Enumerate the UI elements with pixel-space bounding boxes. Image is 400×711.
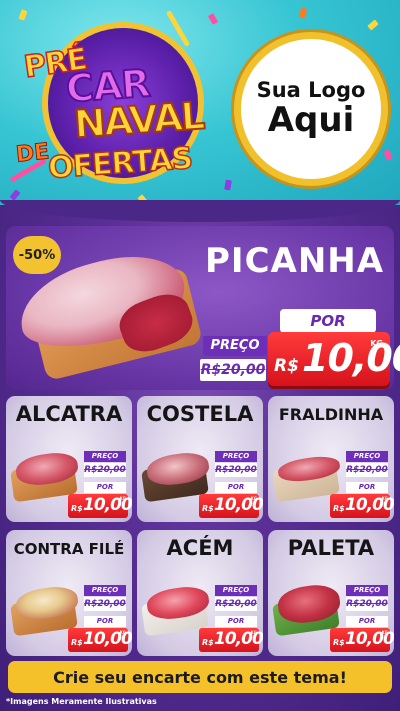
title-de: DE: [14, 139, 51, 168]
por-label: POR: [346, 616, 388, 627]
price-tag: R$ 10,00 KG: [330, 494, 394, 518]
hero-preco-label: PREÇO: [203, 336, 267, 356]
price-unit: KG: [370, 339, 383, 348]
currency-symbol: R$: [274, 356, 299, 376]
carnival-title-logo: PRÉ CAR NAVAL DE OFERTAS: [8, 9, 213, 193]
product-card: PALETA PREÇO R$20,00 POR R$ 10,00 KG: [268, 530, 394, 656]
confetti-piece: [298, 7, 308, 19]
preco-label: PREÇO: [84, 585, 126, 596]
preco-label: PREÇO: [346, 451, 388, 462]
price-unit: KG: [119, 496, 126, 501]
hero-por-label: POR: [280, 309, 376, 333]
price-tag: R$ 10,00 KG: [68, 628, 132, 652]
currency-symbol: R$: [333, 504, 345, 513]
currency-symbol: R$: [202, 504, 214, 513]
old-price: R$20,00: [84, 597, 126, 611]
cta-banner[interactable]: Crie seu encarte com este tema!: [8, 661, 392, 693]
hero-old-price: R$20,00: [200, 359, 266, 381]
currency-symbol: R$: [71, 638, 83, 647]
product-name: CONTRA FILÉ: [13, 540, 125, 558]
price-value: 10,00: [302, 336, 400, 380]
price-unit: KG: [119, 630, 126, 635]
old-price: R$20,00: [215, 463, 257, 477]
product-card: FRALDINHA PREÇO R$20,00 POR R$ 10,00 KG: [268, 396, 394, 522]
price-unit: KG: [250, 630, 257, 635]
product-name: ALCATRA: [15, 402, 123, 426]
currency-symbol: R$: [202, 638, 214, 647]
price-tag: R$ 10,00 KG: [199, 494, 263, 518]
store-logo-placeholder: Sua Logo Aqui: [234, 32, 388, 186]
hero-product-name: PICANHA: [205, 241, 385, 281]
price-tag: R$ 10,00 KG: [68, 494, 132, 518]
confetti-piece: [383, 149, 393, 161]
por-label: POR: [84, 616, 126, 627]
preco-label: PREÇO: [346, 585, 388, 596]
currency-symbol: R$: [71, 504, 83, 513]
confetti-piece: [224, 179, 232, 191]
title-naval: NAVAL: [72, 93, 206, 148]
discount-badge: -50%: [13, 236, 61, 274]
old-price: R$20,00: [346, 597, 388, 611]
price-unit: KG: [250, 496, 257, 501]
product-name: ACÉM: [166, 536, 234, 560]
por-label: POR: [84, 482, 126, 493]
preco-label: PREÇO: [215, 585, 257, 596]
currency-symbol: R$: [333, 638, 345, 647]
product-name: PALETA: [287, 536, 375, 560]
price-tag: R$ 10,00 KG: [199, 628, 263, 652]
product-card: COSTELA PREÇO R$20,00 POR R$ 10,00 KG: [137, 396, 263, 522]
preco-label: PREÇO: [215, 451, 257, 462]
price-tag: R$ 10,00 KG: [330, 628, 394, 652]
hero-price-tag: R$ 10,00 KG: [268, 332, 400, 386]
por-label: POR: [215, 482, 257, 493]
product-name: COSTELA: [146, 402, 254, 426]
price-unit: KG: [381, 630, 388, 635]
logo-line-1: Sua Logo: [256, 78, 366, 103]
product-name: FRALDINHA: [278, 405, 384, 424]
old-price: R$20,00: [215, 597, 257, 611]
old-price: R$20,00: [84, 463, 126, 477]
product-card: CONTRA FILÉ PREÇO R$20,00 POR R$ 10,00 K…: [6, 530, 132, 656]
disclaimer-text: *Imagens Meramente Ilustrativas: [6, 697, 157, 706]
confetti-piece: [367, 19, 379, 31]
ribbon-decoration: [165, 9, 191, 48]
logo-line-2: Aqui: [267, 100, 355, 141]
por-label: POR: [346, 482, 388, 493]
flyer-page: PRÉ CAR NAVAL DE OFERTAS Sua Logo Aqui -…: [0, 0, 400, 711]
preco-label: PREÇO: [84, 451, 126, 462]
price-unit: KG: [381, 496, 388, 501]
product-card: ACÉM PREÇO R$20,00 POR R$ 10,00 KG: [137, 530, 263, 656]
header-banner: PRÉ CAR NAVAL DE OFERTAS Sua Logo Aqui: [0, 0, 400, 212]
old-price: R$20,00: [346, 463, 388, 477]
product-card: ALCATRA PREÇO R$20,00 POR R$ 10,00 KG: [6, 396, 132, 522]
por-label: POR: [215, 616, 257, 627]
